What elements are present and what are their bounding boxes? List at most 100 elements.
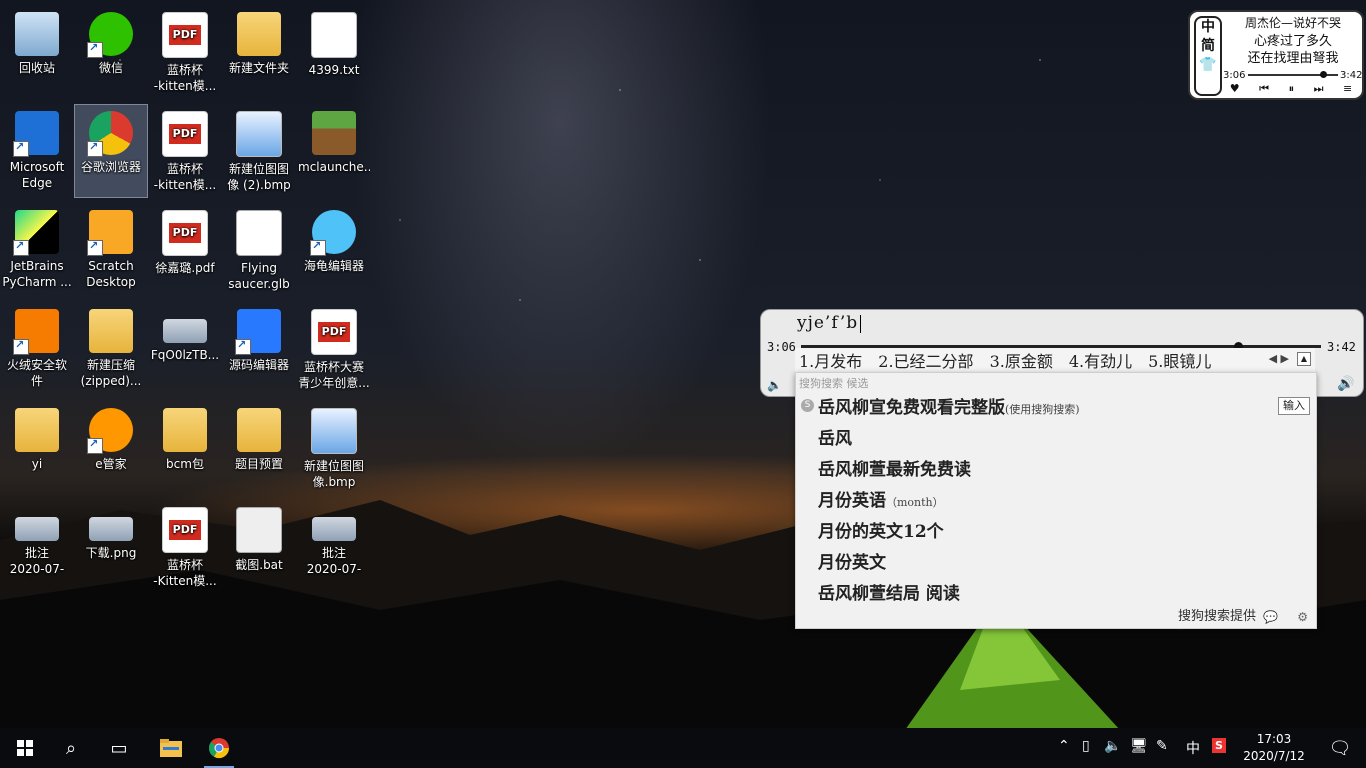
music-progress-knob[interactable]	[1319, 71, 1327, 78]
taskbar: ⌕ ▭ ⌃ ▯ 🔈 🖥 ✎ 中 S 17:03 2020/7/12 🗨	[0, 728, 1366, 768]
desktop-icon[interactable]: 回收站	[1, 6, 73, 98]
sogou-search-icon: S	[801, 399, 814, 412]
desktop-icon[interactable]: 4399.txt	[298, 6, 370, 98]
playlist-icon[interactable]: ≡	[1343, 82, 1352, 96]
candidate-1[interactable]: 1.月发布	[799, 348, 862, 372]
volume-low-icon[interactable]: 🔈	[767, 378, 782, 392]
desktop-icon[interactable]: 下载.png	[75, 501, 147, 593]
desktop-icon-label: 蓝桥杯大赛 青少年创意...	[298, 360, 370, 390]
desktop-icon[interactable]: JetBrains PyCharm ...	[1, 204, 73, 296]
desktop-icon[interactable]: 源码编辑器	[223, 303, 295, 395]
edge-icon	[13, 111, 59, 157]
ime-candidate-bar[interactable]: 1.月发布 2.已经二分部 3.原金额 4.有劲儿 5.眼镜儿 ◀ ▶ ▲	[795, 348, 1315, 372]
chrome-taskbar-icon[interactable]	[196, 728, 242, 768]
scratch-icon	[87, 210, 133, 256]
file-explorer-icon[interactable]	[148, 728, 194, 768]
candidate-4[interactable]: 4.有劲儿	[1069, 348, 1132, 372]
desktop-icon-label: 蓝桥杯 -kitten模...	[153, 162, 217, 192]
desktop-icon[interactable]: 谷歌浏览器	[74, 104, 148, 198]
desktop-icon[interactable]: PDF 蓝桥杯 -Kitten模...	[149, 501, 221, 593]
desktop-icon[interactable]: 截图.bat	[223, 501, 295, 593]
desktop-icon[interactable]: 批注 2020-07-0...	[298, 501, 370, 593]
ime-mode-indicator[interactable]: 中	[1186, 738, 1200, 758]
desktop-icon-label: 源码编辑器	[228, 358, 289, 372]
candidate-3[interactable]: 3.原金额	[990, 348, 1053, 372]
desktop-icon-label: 下载.png	[85, 546, 137, 560]
suggestion-item[interactable]: 月份英语（month）	[818, 486, 944, 511]
desktop-icon[interactable]: 新建位图图 像.bmp	[298, 402, 370, 494]
suggestion-item[interactable]: 月份的英文12个	[818, 517, 944, 542]
minecraft-icon	[312, 111, 356, 155]
desktop-icon[interactable]: 批注 2020-07-0...	[1, 501, 73, 593]
desktop-icon[interactable]: mclaunche...	[298, 105, 370, 197]
desktop-icon[interactable]: FqO0lzTB...	[149, 303, 221, 395]
desktop-icon-label: 新建压缩 (zipped)...	[80, 358, 142, 388]
desktop-icon[interactable]: PDF 蓝桥杯 -kitten模...	[149, 105, 221, 197]
suggestion-item[interactable]: 岳风柳宣免费观看完整版(使用搜狗搜索)	[818, 393, 1080, 418]
pause-icon[interactable]: ⏸	[1289, 82, 1295, 96]
desktop-icon[interactable]: Microsoft Edge	[1, 105, 73, 197]
candidate-page-arrows-icon[interactable]: ◀ ▶	[1269, 352, 1289, 365]
desktop-icon[interactable]: 火绒安全软 件	[1, 303, 73, 395]
suggestion-item[interactable]: 岳风柳萱结局 阅读	[818, 579, 960, 604]
desktop-icon[interactable]: Scratch Desktop	[75, 204, 147, 296]
taskbar-clock[interactable]: 17:03 2020/7/12	[1236, 731, 1312, 765]
volume-icon[interactable]: 🔈	[1104, 738, 1121, 754]
music-mode-badge[interactable]: 中 简 👕	[1194, 16, 1222, 96]
shortcut-arrow-icon	[235, 337, 251, 355]
search-icon[interactable]: ⌕	[48, 728, 94, 768]
sogou-ime-icon[interactable]: S	[1212, 738, 1226, 753]
notification-center-icon[interactable]: 🗨	[1318, 728, 1362, 768]
desktop-icon-label: JetBrains PyCharm ...	[2, 259, 72, 289]
e-manager-icon	[87, 408, 133, 454]
desktop-icon[interactable]: 题目预置	[223, 402, 295, 494]
desktop-icon[interactable]: PDF 徐嘉璐.pdf	[149, 204, 221, 296]
desktop-icon[interactable]: 微信	[75, 6, 147, 98]
desktop-icon[interactable]: 海龟编辑器	[298, 204, 370, 296]
desktop-icon-label: 蓝桥杯 -Kitten模...	[153, 558, 217, 588]
battery-icon[interactable]: ▯	[1082, 738, 1090, 754]
settings-gear-icon[interactable]: ⚙	[1297, 610, 1308, 624]
desktop-icon-label: Scratch Desktop	[86, 259, 136, 289]
code-editor-icon	[235, 309, 281, 355]
folder-icon	[237, 408, 281, 452]
desktop-icon-label: 徐嘉璐.pdf	[155, 261, 215, 275]
desktop-icon[interactable]: 新建压缩 (zipped)...	[75, 303, 147, 395]
desktop-icon[interactable]: yi	[1, 402, 73, 494]
desktop-icon[interactable]: 新建位图图 像 (2).bmp	[223, 105, 295, 197]
previous-icon[interactable]: ⏮	[1259, 82, 1269, 96]
volume-high-icon[interactable]: 🔊	[1337, 376, 1354, 392]
desktop-icon[interactable]: PDF 蓝桥杯 -kitten模...	[149, 6, 221, 98]
suggestion-item[interactable]: 岳风	[818, 424, 852, 449]
input-button[interactable]: 输入	[1278, 397, 1310, 415]
music-widget[interactable]: 中 简 👕 周杰伦—说好不哭 心疼过了多久 还在找理由弩我 3:06 3:42 …	[1188, 10, 1364, 100]
suggestion-item[interactable]: 岳风柳萱最新免费读	[818, 455, 971, 480]
recycle-bin-icon	[15, 12, 59, 56]
music-current-time: 3:06	[1223, 70, 1246, 81]
desktop-icon[interactable]: PDF 蓝桥杯大赛 青少年创意...	[298, 303, 370, 395]
expand-candidates-icon[interactable]: ▲	[1297, 352, 1311, 366]
show-hidden-icons-icon[interactable]: ⌃	[1058, 738, 1070, 754]
heart-icon[interactable]: ♥	[1230, 82, 1240, 96]
candidate-5[interactable]: 5.眼镜儿	[1148, 348, 1211, 372]
music-progress-bar[interactable]	[1248, 71, 1338, 78]
desktop-icon[interactable]: Flying saucer.glb	[223, 204, 295, 296]
task-view-icon[interactable]: ▭	[96, 728, 142, 768]
shortcut-arrow-icon	[87, 436, 103, 454]
suggestion-item[interactable]: 月份英文	[818, 548, 886, 573]
feedback-icon[interactable]: 💬	[1263, 610, 1278, 624]
suggestions-footer[interactable]: 搜狗搜索提供	[1178, 605, 1256, 624]
desktop-icon-label: 谷歌浏览器	[80, 160, 141, 174]
pen-icon[interactable]: ✎	[1156, 738, 1168, 754]
next-icon[interactable]: ⏭	[1314, 82, 1324, 96]
lyric-line-2: 还在找理由弩我	[1247, 51, 1339, 66]
desktop-icon-label: 火绒安全软 件	[6, 358, 67, 388]
desktop-icon-label: 截图.bat	[235, 558, 283, 572]
batch-file-icon	[236, 507, 282, 553]
start-windows-icon[interactable]	[2, 728, 48, 768]
desktop-icon[interactable]: 新建文件夹	[223, 6, 295, 98]
desktop-icon[interactable]: bcm包	[149, 402, 221, 494]
network-icon[interactable]: 🖥	[1130, 738, 1148, 754]
candidate-2[interactable]: 2.已经二分部	[878, 348, 973, 372]
desktop-icon[interactable]: e管家	[75, 402, 147, 494]
